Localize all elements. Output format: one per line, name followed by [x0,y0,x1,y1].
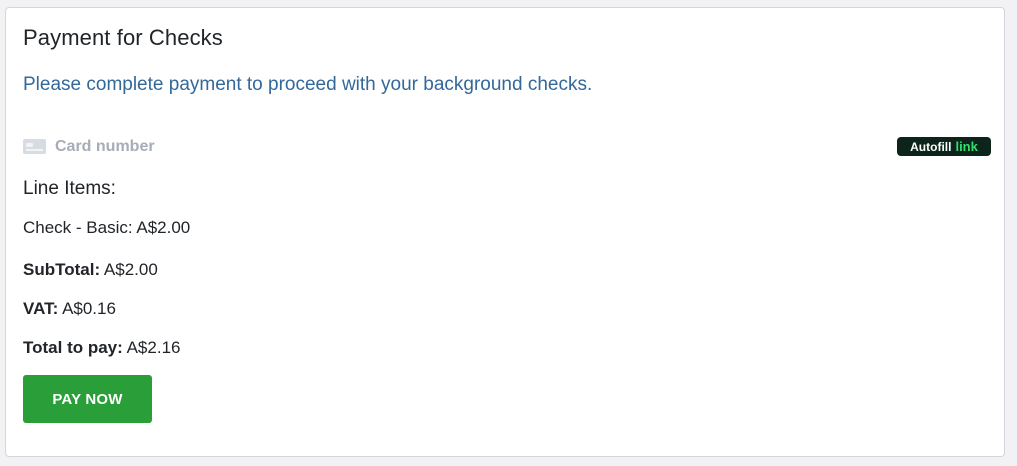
vat-row: VAT: A$0.16 [23,299,116,319]
card-number-placeholder: Card number [55,138,155,155]
vat-value: A$0.16 [62,299,116,318]
card-number-field[interactable]: Card number Autofill link [23,136,991,158]
total-label: Total to pay: [23,338,123,357]
subtotal-label: SubTotal: [23,260,101,279]
total-row: Total to pay: A$2.16 [23,338,180,358]
link-brand-logo: link [955,139,978,154]
line-item: Check - Basic: A$2.00 [23,218,191,237]
subtotal-value: A$2.00 [103,260,158,279]
subtotal-row: SubTotal: A$2.00 [23,260,158,280]
payment-card: Payment for Checks Please complete payme… [5,7,1005,457]
vat-label: VAT: [23,299,59,318]
credit-card-icon [23,139,46,154]
autofill-label: Autofill [910,139,952,154]
autofill-link-button[interactable]: Autofill link [897,137,991,156]
payment-instructions: Please complete payment to proceed with … [23,74,593,95]
pay-now-button[interactable]: PAY NOW [23,375,152,423]
line-items-heading: Line Items: [23,178,116,199]
page-title: Payment for Checks [23,25,223,50]
total-value: A$2.16 [126,338,181,357]
